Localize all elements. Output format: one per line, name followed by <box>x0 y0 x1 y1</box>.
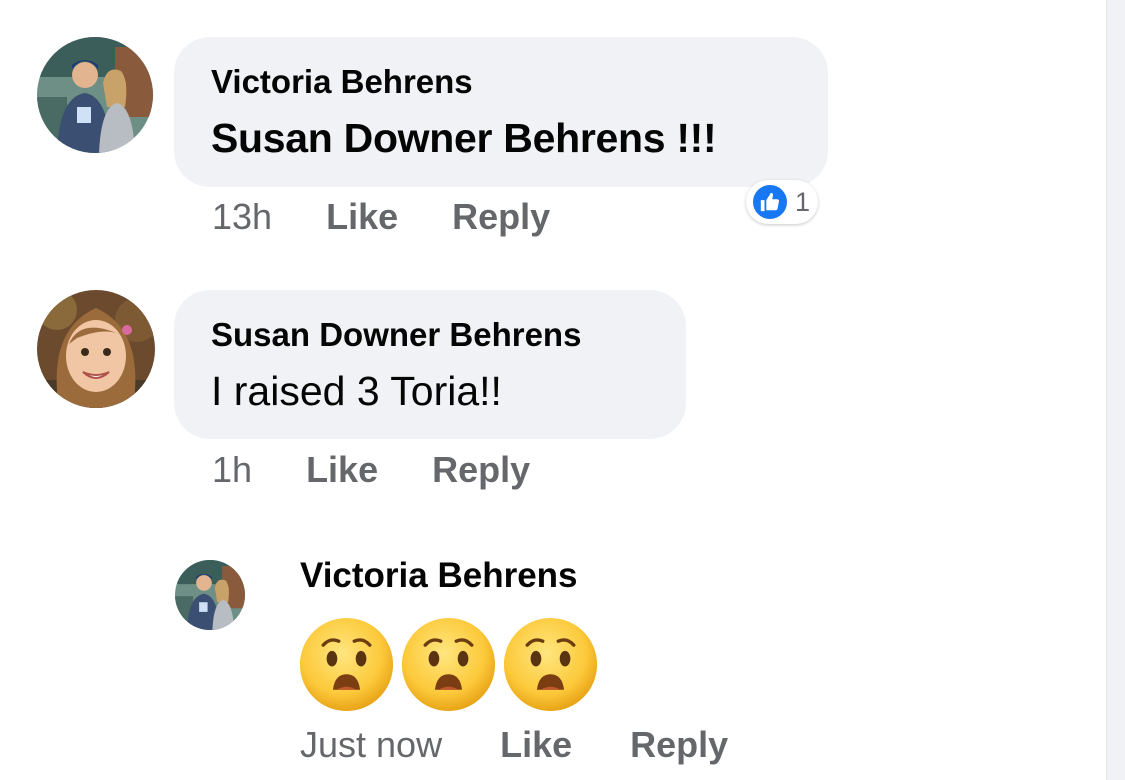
comment-timestamp[interactable]: 1h <box>212 449 252 490</box>
like-button[interactable]: Like <box>500 724 572 765</box>
comment-timestamp[interactable]: 13h <box>212 196 272 237</box>
like-button[interactable]: Like <box>326 196 398 237</box>
avatar-victoria[interactable] <box>175 560 245 630</box>
avatar-victoria[interactable] <box>37 37 153 153</box>
reply-timestamp[interactable]: Just now <box>300 724 442 765</box>
comment-thread: Victoria Behrens Susan Downer Behrens !!… <box>0 0 1125 780</box>
reply-actions: Just now Like Reply <box>300 724 728 766</box>
avatar-susan[interactable] <box>37 290 155 408</box>
reaction-summary[interactable]: 1 <box>746 180 819 224</box>
reply-button[interactable]: Reply <box>432 449 530 490</box>
reaction-count: 1 <box>795 186 811 217</box>
hushed-face-icon <box>298 616 395 713</box>
comment-author[interactable]: Victoria Behrens <box>211 63 473 101</box>
comment-actions: 13h Like Reply <box>212 196 550 238</box>
reply-author[interactable]: Victoria Behrens <box>300 556 578 596</box>
reply-button[interactable]: Reply <box>452 196 550 237</box>
comment-author[interactable]: Susan Downer Behrens <box>211 316 581 354</box>
comment-bubble: Victoria Behrens Susan Downer Behrens !!… <box>174 37 828 187</box>
hushed-face-icon <box>400 616 497 713</box>
comment-text: Susan Downer Behrens !!! <box>211 115 717 161</box>
scrollbar[interactable] <box>1106 0 1125 780</box>
comment-actions: 1h Like Reply <box>212 449 530 491</box>
reply-button[interactable]: Reply <box>630 724 728 765</box>
comment-text: I raised 3 Toria!! <box>211 368 502 414</box>
hushed-face-icon <box>502 616 599 713</box>
comment-bubble: Susan Downer Behrens I raised 3 Toria!! <box>174 290 686 439</box>
like-button[interactable]: Like <box>306 449 378 490</box>
reply-emojis <box>298 616 599 713</box>
thumbs-up-icon <box>751 183 789 221</box>
